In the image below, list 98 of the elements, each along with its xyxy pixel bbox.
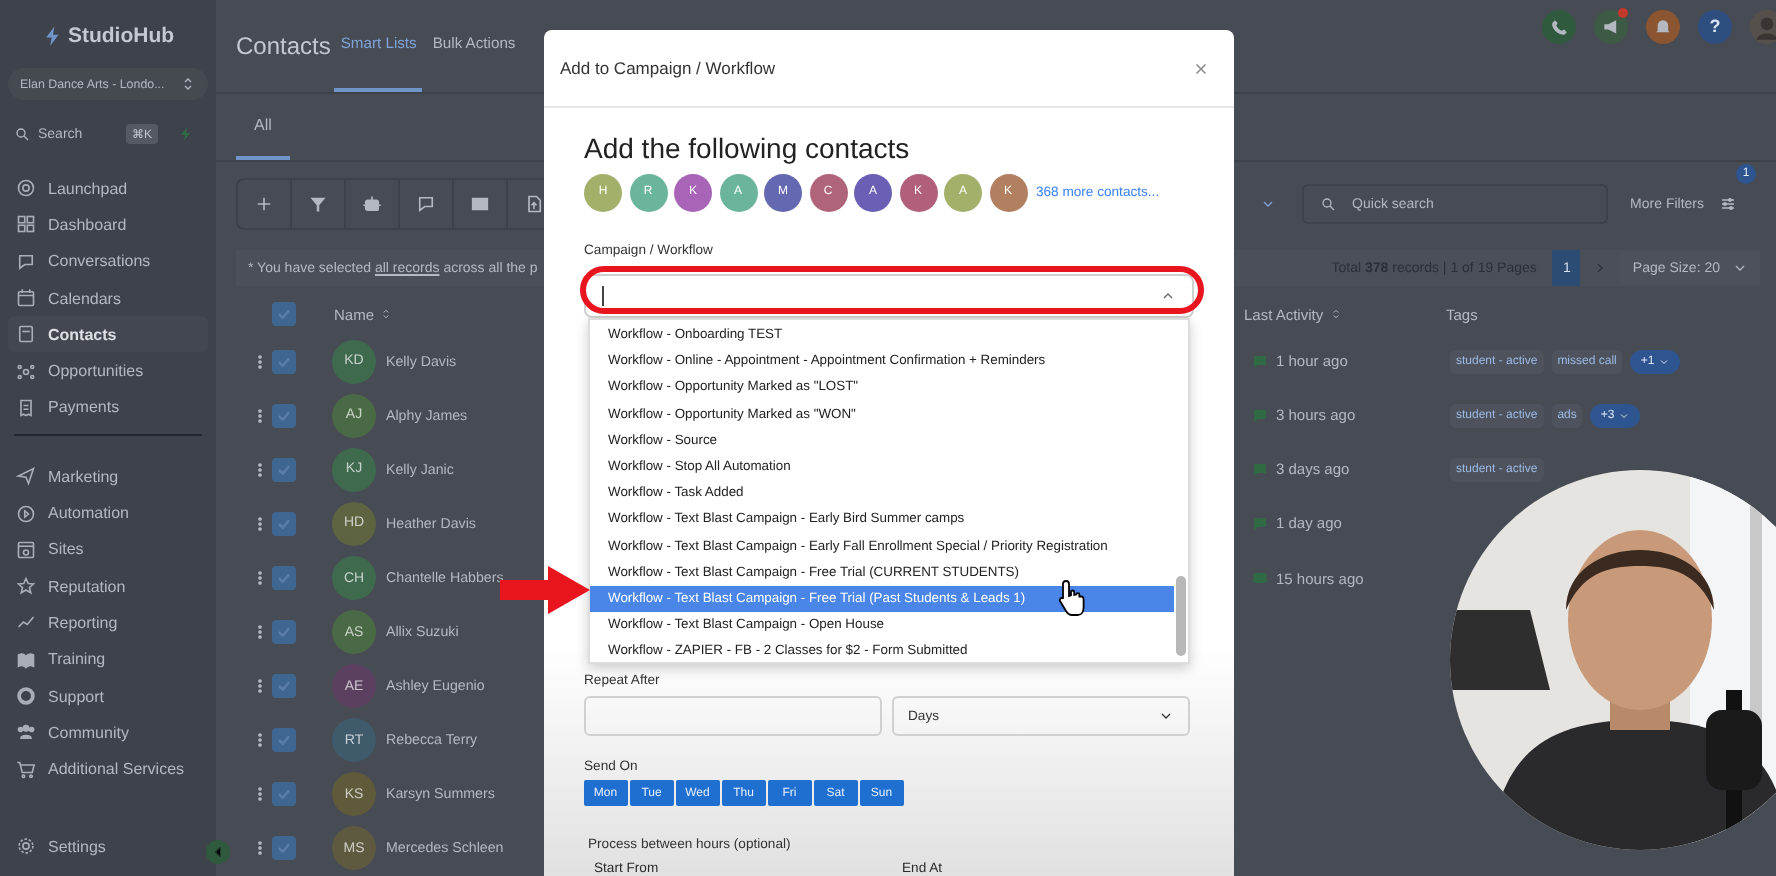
row-checkbox[interactable] <box>272 566 296 591</box>
up-down-chevron-icon <box>380 308 393 321</box>
sliders-icon <box>1720 196 1736 213</box>
checkmark-icon <box>274 622 294 643</box>
sidebar-item[interactable]: Community <box>8 714 208 751</box>
sidebar-item[interactable]: Dashboard <box>8 206 208 244</box>
message-icon <box>1252 461 1268 478</box>
search-icon <box>1320 196 1337 213</box>
chevron-down-icon <box>1158 708 1174 724</box>
bell-button[interactable] <box>1646 10 1680 44</box>
more-options-icon[interactable] <box>252 838 268 859</box>
contact-card-icon <box>16 324 36 345</box>
up-down-chevron-icon <box>180 76 196 92</box>
sidebar-item[interactable]: Reputation <box>8 567 208 605</box>
send-icon <box>16 466 36 487</box>
export-icon <box>524 194 544 215</box>
collapse-button[interactable] <box>206 840 230 864</box>
sidebar-item[interactable]: Opportunities <box>8 352 208 390</box>
logo-icon <box>41 23 64 47</box>
checkmark-icon <box>274 838 294 859</box>
chevron-up-icon <box>1160 288 1176 304</box>
select-all-checkbox[interactable] <box>272 302 296 327</box>
browser-icon <box>16 539 36 560</box>
calendar-icon <box>16 288 36 309</box>
star-icon <box>16 576 36 597</box>
phone-button[interactable] <box>1542 10 1576 44</box>
lifebuoy-icon <box>16 686 36 706</box>
chat-icon <box>16 251 36 272</box>
row-checkbox[interactable] <box>272 728 296 753</box>
hand-cursor-icon <box>1056 578 1088 618</box>
text-cursor <box>602 286 604 306</box>
repeat-input[interactable] <box>584 696 882 736</box>
more-options-icon[interactable] <box>252 784 268 805</box>
grid-icon <box>16 214 36 235</box>
sidebar-item[interactable]: Training <box>8 641 208 678</box>
sidebar-item[interactable]: Sites <box>8 531 208 568</box>
sidebar-item[interactable]: Reporting <box>8 604 208 642</box>
pointer-arrow <box>500 566 590 614</box>
gear-icon <box>16 836 36 856</box>
nodes-icon <box>16 361 36 382</box>
people-icon <box>16 722 36 743</box>
trend-line-icon <box>16 612 36 633</box>
tab[interactable]: All <box>236 93 290 161</box>
sidebar-item[interactable]: Marketing <box>8 458 208 495</box>
search-icon <box>14 126 30 142</box>
more-options-icon[interactable] <box>252 405 268 426</box>
filter-icon <box>308 194 328 215</box>
target-icon <box>16 178 36 199</box>
chevron-down-icon <box>1618 409 1631 422</box>
checkmark-icon <box>274 784 294 805</box>
more-options-icon[interactable] <box>252 459 268 480</box>
chat-icon <box>416 194 436 215</box>
robot-icon <box>362 194 382 215</box>
dialog-heading: Add the following contacts <box>584 130 912 168</box>
checkmark-icon <box>274 568 294 589</box>
megaphone-button[interactable] <box>1594 10 1628 44</box>
help-button[interactable]: ? <box>1698 10 1732 44</box>
more-options-icon[interactable] <box>252 730 268 751</box>
checkmark-icon <box>274 304 294 325</box>
sidebar-item[interactable]: Settings <box>8 828 208 864</box>
up-down-chevron-icon <box>1329 308 1342 321</box>
plus-icon <box>254 194 274 215</box>
sidebar-item[interactable]: Contacts <box>8 316 208 353</box>
close-icon[interactable] <box>1192 59 1210 77</box>
sidebar-item[interactable]: Conversations <box>8 243 208 280</box>
scrollbar-thumb[interactable] <box>1176 576 1186 656</box>
page-title: Contacts <box>236 31 331 60</box>
logo-text: StudioHub <box>67 23 175 47</box>
chevron-down-icon <box>1658 355 1671 368</box>
row-checkbox[interactable] <box>272 349 296 374</box>
row-checkbox[interactable] <box>272 782 296 807</box>
message-icon <box>1252 515 1268 532</box>
checkmark-icon <box>274 730 294 751</box>
more-options-icon[interactable] <box>252 513 268 534</box>
receipt-icon <box>16 397 36 418</box>
play-icon <box>16 503 36 524</box>
sidebar-item[interactable]: Additional Services <box>8 750 208 788</box>
row-checkbox[interactable] <box>272 836 296 861</box>
sidebar-item[interactable]: Launchpad <box>8 170 208 207</box>
more-options-icon[interactable] <box>252 676 268 697</box>
row-checkbox[interactable] <box>272 620 296 645</box>
sidebar-item[interactable]: Support <box>8 677 208 715</box>
sidebar-item[interactable]: Payments <box>8 389 208 427</box>
message-icon <box>1252 407 1268 424</box>
row-checkbox[interactable] <box>272 457 296 482</box>
checkmark-icon <box>274 676 294 697</box>
cart-icon <box>16 759 36 780</box>
row-checkbox[interactable] <box>272 511 296 536</box>
book-icon <box>16 649 36 670</box>
sidebar-item[interactable]: Automation <box>8 494 208 532</box>
row-checkbox[interactable] <box>272 403 296 428</box>
more-options-icon[interactable] <box>252 351 268 372</box>
dialog-title: Add to Campaign / Workflow <box>560 58 776 78</box>
message-icon <box>1252 353 1268 370</box>
more-options-icon[interactable] <box>252 622 268 643</box>
more-options-icon[interactable] <box>252 568 268 589</box>
sidebar-item[interactable]: Calendars <box>8 279 208 317</box>
row-checkbox[interactable] <box>272 674 296 699</box>
